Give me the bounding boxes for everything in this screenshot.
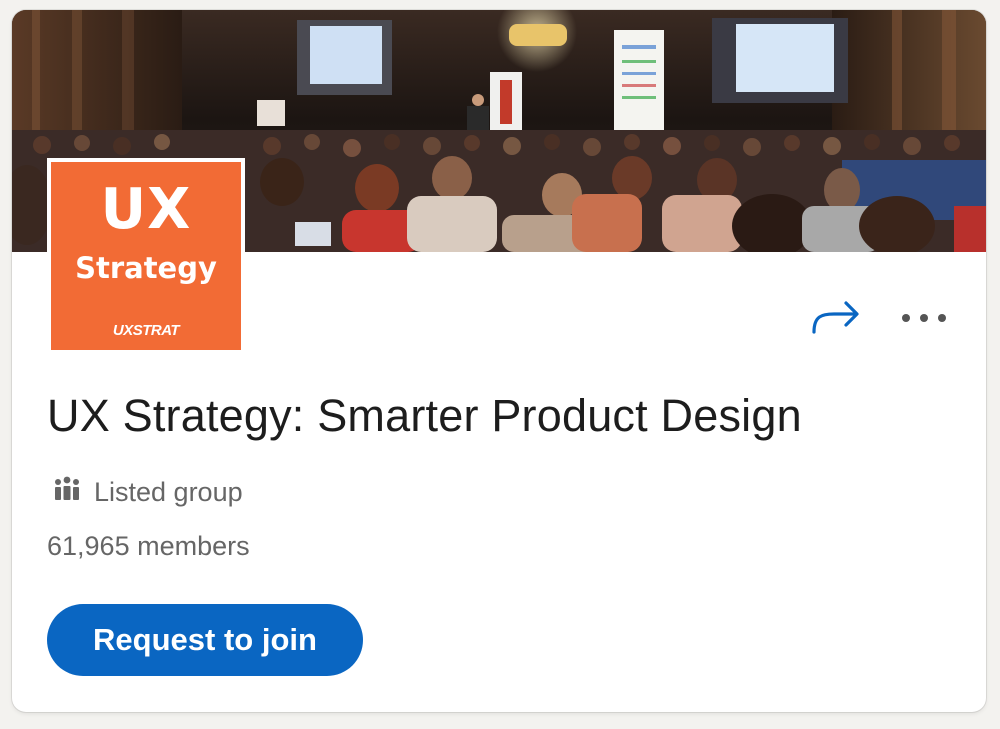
group-type: Listed group [52,476,243,509]
card-actions [810,298,948,338]
share-arrow-icon[interactable] [810,298,862,338]
group-logo: UX Strategy UXSTRAT [47,158,245,354]
member-count: 61,965 members [47,531,250,561]
group-type-label: Listed group [94,477,243,507]
group-name[interactable]: UX Strategy: Smarter Product Design [47,390,802,442]
logo-title-line1: UX [100,177,192,242]
people-group-icon [52,476,82,509]
request-to-join-button[interactable]: Request to join [47,604,363,676]
logo-brand: UXSTRAT [112,322,180,339]
more-dots-icon[interactable] [900,311,948,325]
logo-title-line2: Strategy [75,251,217,285]
group-card: UX Strategy UXSTRAT UX Strategy: Smarter… [12,10,986,712]
